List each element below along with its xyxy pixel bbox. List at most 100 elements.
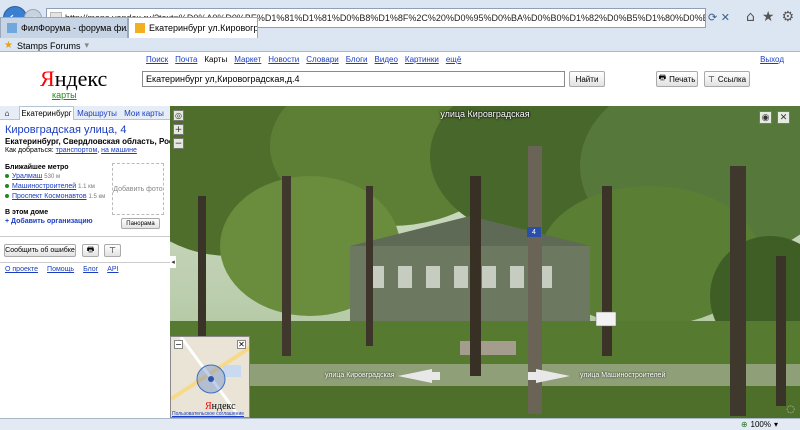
metro-heading: Ближайшее метро (5, 164, 69, 171)
tab-routes[interactable]: Маршруты (76, 106, 118, 120)
browser-tab-maps[interactable]: Екатеринбург ул.Кировогра... ✕ (128, 17, 258, 38)
metro-distance: 1.1 км (78, 184, 95, 190)
home-icon[interactable]: ⌂ (746, 9, 755, 25)
tab-favicon (135, 23, 145, 33)
browser-tab-forum[interactable]: ФилФорума - форума филател... (0, 17, 128, 38)
how-to-get: Как добраться: транспортом, на машине (5, 147, 137, 154)
metro-distance: 1.5 км (88, 194, 106, 200)
search-value: Екатеринбург ул,Кировоградская,д.4 (146, 74, 300, 84)
nav-news[interactable]: Новости (268, 55, 299, 64)
metro-link[interactable]: Уралмаш (12, 173, 42, 180)
nav-more[interactable]: ещё (446, 55, 461, 64)
tools-gear-icon[interactable]: ⚙ (781, 9, 794, 25)
minimap[interactable]: − ✕ Яндекс Пользовательское соглашение (170, 336, 250, 418)
road-label-left[interactable]: улица Кировградская (325, 372, 395, 379)
collapse-sidebar-icon[interactable]: ◂ (170, 256, 176, 268)
metro-dot-icon (5, 184, 9, 189)
address-title: Кировградская улица, 4 (5, 124, 127, 136)
pin-icon: ⊤ (109, 246, 116, 255)
howto-prefix: Как добраться: (5, 147, 54, 154)
chrome-toolbar-icons: ⌂ ★ ⚙ (746, 9, 794, 25)
nav-video[interactable]: Видео (375, 55, 398, 64)
close-icon[interactable]: ✕ (777, 111, 790, 124)
zoom-icon: ⊕ (740, 420, 748, 429)
footer-api-link[interactable]: API (107, 266, 118, 273)
list-item: Уралмаш 530 м (5, 172, 105, 182)
print-small-button[interactable]: 🖶 (82, 244, 99, 257)
maps-sublogo[interactable]: карты (52, 90, 77, 100)
logo-first-letter: Я (40, 66, 55, 91)
sidebar-footer: О проекте Помощь Блог API (5, 266, 119, 273)
house-number-sign: 4 (527, 227, 541, 237)
tab-label: ФилФорума - форума филател... (21, 23, 127, 33)
zoom-control[interactable]: ⊕ 100% ▾ (741, 420, 778, 429)
tab-city[interactable]: Екатеринбург (19, 106, 74, 120)
metro-dot-icon (5, 174, 9, 179)
divider (0, 262, 170, 263)
add-photo-button[interactable]: Добавить фото (112, 163, 164, 215)
favorites-star-icon[interactable]: ★ (762, 9, 775, 25)
nav-dictionaries[interactable]: Словари (306, 55, 339, 64)
report-error-label: Сообщить об ошибке (5, 247, 75, 254)
zoom-in-button[interactable]: + (173, 124, 184, 135)
panorama-button[interactable]: Панорама (121, 218, 160, 229)
in-house-heading: В этом доме (5, 209, 49, 216)
search-input[interactable]: Екатеринбург ул,Кировоградская,д.4 (142, 71, 565, 87)
favorite-link[interactable]: Stamps Forums (17, 41, 81, 51)
link-button[interactable]: ⊤ Ссылка (704, 71, 750, 87)
panorama-scene (170, 106, 800, 418)
nav-blogs[interactable]: Блоги (346, 55, 368, 64)
pin-icon: ⊤ (707, 74, 715, 84)
road-label-right[interactable]: улица Машиностроителей (580, 372, 665, 379)
metro-link[interactable]: Проспект Космонавтов (12, 193, 87, 200)
address-region: Екатеринбург, Свердловская область, Росс… (5, 137, 188, 146)
user-agreement-link[interactable]: Пользовательское соглашение (172, 411, 244, 417)
chevron-down-icon[interactable]: ▾ (84, 40, 89, 51)
logo-rest: ндекс (54, 66, 108, 91)
nav-mail[interactable]: Почта (175, 55, 197, 64)
camera-icon[interactable]: ◉ (759, 111, 772, 124)
find-button[interactable]: Найти (569, 71, 605, 87)
tab-label: Екатеринбург ул.Кировогра... (149, 23, 258, 33)
panorama-button-label: Панорама (126, 220, 155, 227)
report-error-button[interactable]: Сообщить об ошибке (4, 244, 76, 257)
nav-market[interactable]: Маркет (234, 55, 261, 64)
street-panorama[interactable]: улица Кировградская ◎ + − ◉ ✕ 4 улица Ки… (170, 106, 800, 418)
favorites-bar: ★ Stamps Forums ▾ (0, 39, 800, 52)
zoom-level: 100% (750, 420, 771, 429)
metro-dot-icon (5, 194, 9, 199)
howto-transport-link[interactable]: транспортом (56, 147, 98, 154)
status-bar: ⊕ 100% ▾ (0, 418, 800, 430)
yandex-logo[interactable]: Яндекс (40, 66, 107, 92)
home-icon[interactable]: ⌂ (0, 106, 14, 120)
panorama-street-title: улица Кировградская (440, 109, 530, 119)
add-organization-link[interactable]: + Добавить организацию (5, 218, 93, 225)
tab-my-maps[interactable]: Мои карты (122, 106, 166, 120)
divider (0, 236, 170, 237)
footer-blog-link[interactable]: Блог (83, 266, 98, 273)
metro-distance: 530 м (44, 174, 61, 180)
minimap-zoom-out-button[interactable]: − (174, 340, 183, 349)
footer-help-link[interactable]: Помощь (47, 266, 74, 273)
favorites-star-icon[interactable]: ★ (4, 40, 13, 51)
list-item: Машиностроителей 1.1 км (5, 182, 105, 192)
metro-link[interactable]: Машиностроителей (12, 183, 76, 190)
howto-car-link[interactable]: на машине (101, 147, 137, 154)
zoom-out-button[interactable]: − (173, 138, 184, 149)
minimap-close-icon[interactable]: ✕ (237, 340, 246, 349)
compass-icon[interactable]: ◎ (173, 110, 184, 121)
nav-images[interactable]: Картинки (405, 55, 439, 64)
tab-favicon (7, 23, 17, 33)
metro-list: Уралмаш 530 м Машиностроителей 1.1 км Пр… (5, 172, 105, 202)
footer-about-link[interactable]: О проекте (5, 266, 38, 273)
watermark-icon: ◌ (786, 404, 795, 415)
print-button[interactable]: 🖶 Печать (656, 71, 698, 87)
list-item: Проспект Космонавтов 1.5 км (5, 192, 105, 202)
yandex-services-nav: Поиск Почта Карты Маркет Новости Словари… (146, 55, 461, 64)
nav-search[interactable]: Поиск (146, 55, 168, 64)
printer-icon: 🖶 (86, 244, 95, 254)
link-small-button[interactable]: ⊤ (104, 244, 121, 257)
refresh-icon[interactable]: ⟳ ✕ (708, 11, 730, 24)
logout-link[interactable]: Выход (760, 55, 784, 64)
browser-chrome: ← → http://maps.yandex.ru/?text=%D0%A0%D… (0, 0, 800, 52)
